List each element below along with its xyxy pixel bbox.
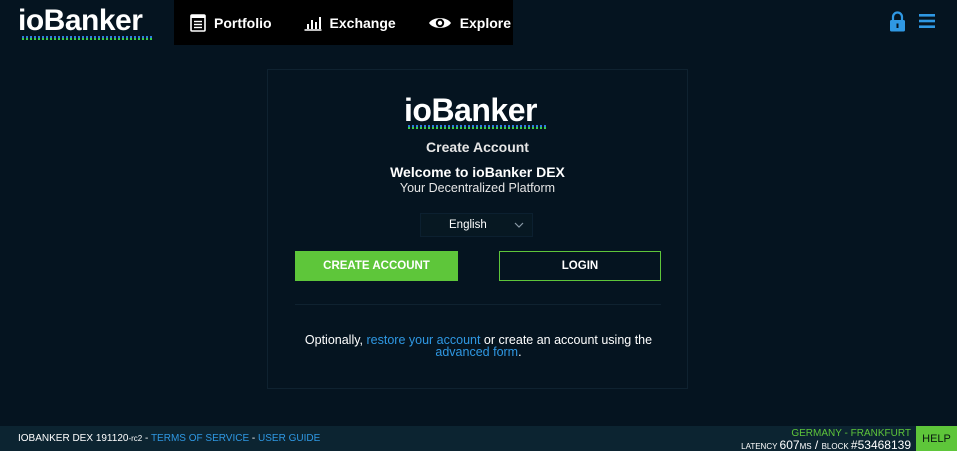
logo-text: ioBanker <box>18 4 143 37</box>
card-title: Create Account <box>426 139 529 155</box>
chevron-down-icon <box>514 222 524 228</box>
block-label: BLOCK <box>821 442 851 451</box>
footer: IOBANKER DEX 191120-rc2 - TERMS OF SERVI… <box>0 426 957 451</box>
optional-suffix: . <box>518 345 522 359</box>
nav-item-portfolio[interactable]: Portfolio <box>174 0 288 45</box>
hamburger-menu-icon[interactable] <box>919 13 935 29</box>
version-prefix: IOBANKER DEX <box>18 433 96 444</box>
latency-separator: / <box>811 438 822 451</box>
separator-1: - <box>142 433 151 444</box>
language-select[interactable]: English <box>420 213 533 237</box>
help-button[interactable]: HELP <box>916 426 957 451</box>
version-number: 191120 <box>95 433 129 444</box>
advanced-form-link[interactable]: advanced form <box>435 345 518 359</box>
latency-value: 607 <box>779 438 800 451</box>
main-nav: Portfolio Exchange Explore <box>174 0 513 45</box>
latency-unit: MS <box>799 442 812 451</box>
document-icon <box>190 13 206 32</box>
latency-label: LATENCY <box>741 442 780 451</box>
logo-dots-decoration <box>22 36 152 40</box>
eye-icon <box>428 17 451 28</box>
user-guide-link[interactable]: USER GUIDE <box>258 433 320 444</box>
separator-2: - <box>249 433 259 444</box>
bar-chart-icon <box>304 16 322 31</box>
welcome-heading: Welcome to ioBanker DEX <box>390 164 565 180</box>
language-value: English <box>449 219 487 231</box>
version-suffix: -rc2 <box>128 434 143 443</box>
divider <box>295 304 661 305</box>
login-button[interactable]: LOGIN <box>499 251 661 281</box>
nav-item-exchange[interactable]: Exchange <box>288 0 412 45</box>
footer-version-links: IOBANKER DEX 191120-rc2 - TERMS OF SERVI… <box>18 433 320 444</box>
nav-label-portfolio: Portfolio <box>214 14 272 31</box>
nav-label-explore: Explore <box>459 14 512 31</box>
header-logo[interactable]: ioBanker <box>18 6 158 40</box>
create-account-card: ioBanker Create Account Welcome to ioBan… <box>267 69 688 389</box>
optional-text: Optionally, restore your account or crea… <box>288 333 669 359</box>
card-logo: ioBanker <box>404 94 554 130</box>
lock-icon[interactable] <box>889 11 906 32</box>
latency-block-status: LATENCY 607MS / BLOCK #53468139 <box>741 438 911 451</box>
nav-item-explore[interactable]: Explore <box>412 0 527 45</box>
create-account-button[interactable]: CREATE ACCOUNT <box>295 251 458 281</box>
optional-prefix: Optionally, <box>304 333 367 347</box>
block-value: #53468139 <box>850 438 911 451</box>
card-logo-text: ioBanker <box>404 92 537 128</box>
card-logo-dots-decoration <box>408 125 548 129</box>
terms-of-service-link[interactable]: TERMS OF SERVICE <box>151 433 249 444</box>
welcome-subtitle: Your Decentralized Platform <box>399 181 556 195</box>
nav-label-exchange: Exchange <box>329 14 396 31</box>
